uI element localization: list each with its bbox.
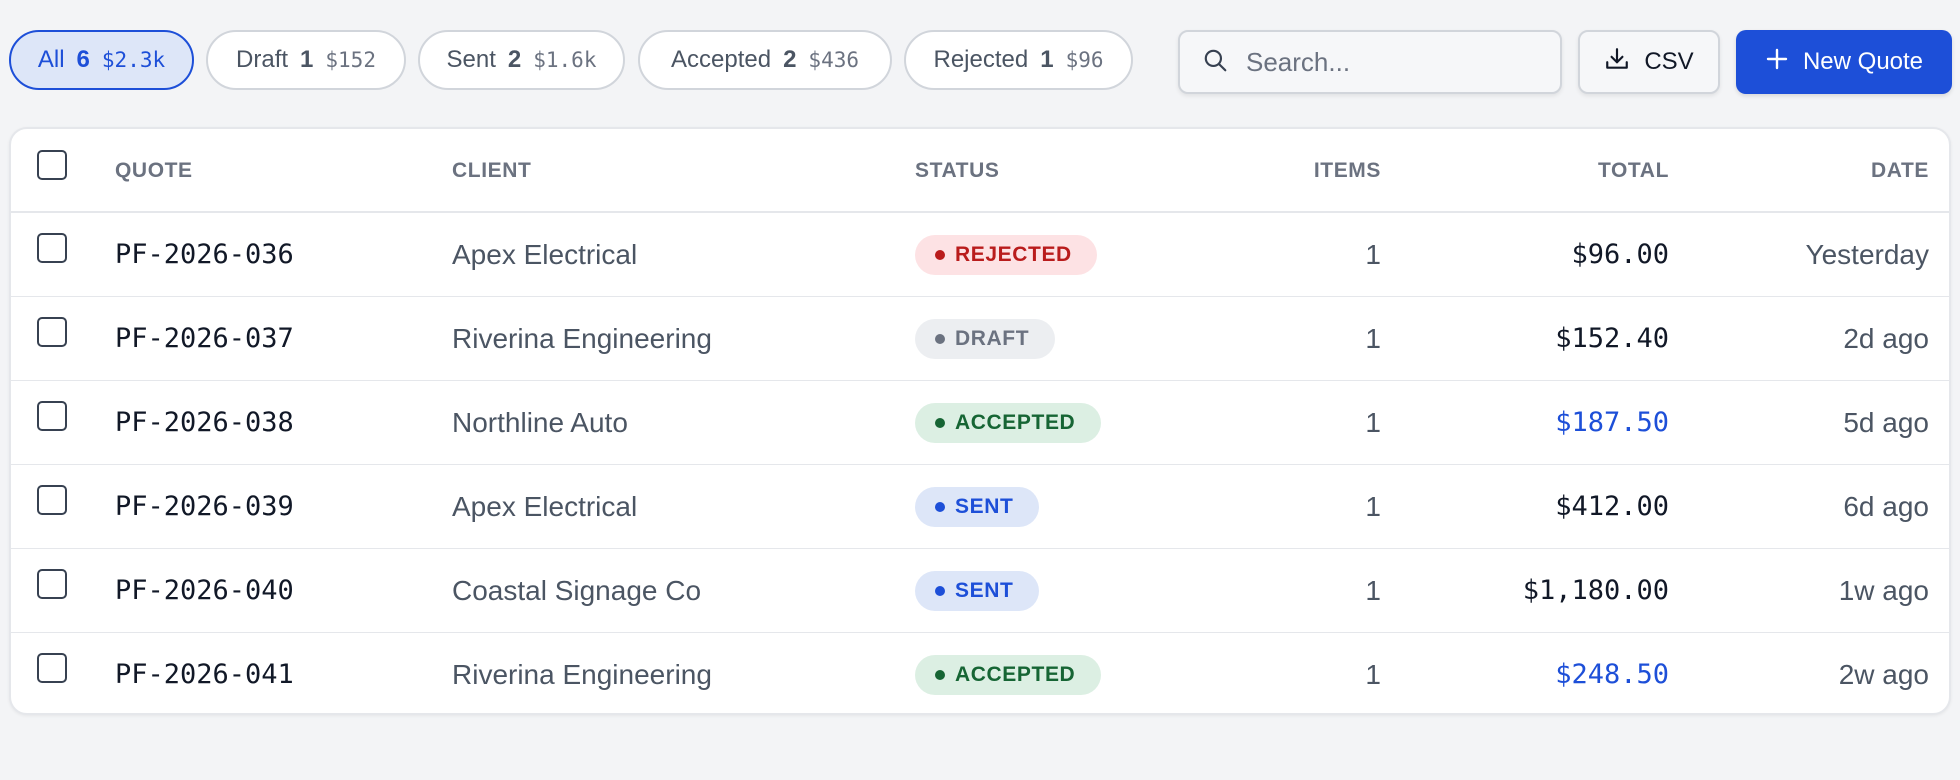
column-header-date[interactable]: DATE bbox=[1871, 129, 1929, 213]
filter-amount: $152 bbox=[325, 48, 376, 72]
quote-total: $1,180.00 bbox=[1522, 575, 1669, 606]
column-header-quote[interactable]: QUOTE bbox=[115, 129, 193, 213]
quote-date: 2w ago bbox=[1838, 659, 1929, 690]
quote-date: 1w ago bbox=[1838, 575, 1929, 606]
filter-label: All bbox=[37, 46, 65, 73]
new-quote-button[interactable]: New Quote bbox=[1736, 30, 1952, 94]
column-header-items[interactable]: ITEMS bbox=[1314, 129, 1381, 213]
filter-count: 1 bbox=[1040, 46, 1054, 73]
filter-amount: $436 bbox=[808, 48, 859, 72]
filter-label: Sent bbox=[446, 46, 496, 73]
status-badge: SENT bbox=[915, 487, 1039, 527]
table-row[interactable]: PF-2026-037 Riverina Engineering DRAFT 1 $15… bbox=[11, 297, 1949, 381]
table-row[interactable]: PF-2026-040 Coastal Signage Co SENT 1 $1,180… bbox=[11, 549, 1949, 633]
status-badge: REJECTED bbox=[915, 235, 1097, 275]
table-row[interactable]: PF-2026-039 Apex Electrical SENT 1 $412.00 6d… bbox=[11, 465, 1949, 549]
status-dot-icon bbox=[935, 334, 945, 344]
status-label: SENT bbox=[955, 495, 1014, 518]
quote-number[interactable]: PF-2026-041 bbox=[115, 633, 294, 713]
toolbar: All 6 $2.3k Draft 1 $152 Sent 2 $1.6k Ac… bbox=[0, 0, 1960, 120]
row-checkbox[interactable] bbox=[37, 317, 67, 347]
column-header-client[interactable]: CLIENT bbox=[452, 129, 531, 213]
quote-date: 5d ago bbox=[1843, 407, 1929, 438]
filter-pill-accepted[interactable]: Accepted 2 $436 bbox=[638, 30, 892, 90]
status-dot-icon bbox=[935, 250, 945, 260]
status-badge: ACCEPTED bbox=[915, 655, 1101, 695]
client-name: Apex Electrical bbox=[452, 239, 638, 270]
client-name: Northline Auto bbox=[452, 407, 628, 438]
quote-total: $152.40 bbox=[1555, 323, 1669, 354]
status-dot-icon bbox=[935, 502, 945, 512]
status-dot-icon bbox=[935, 586, 945, 596]
table-row[interactable]: PF-2026-036 Apex Electrical REJECTED 1 $96.0… bbox=[11, 213, 1949, 297]
item-count: 1 bbox=[1365, 323, 1381, 354]
filter-amount: $96 bbox=[1065, 48, 1104, 72]
filter-pill-draft[interactable]: Draft 1 $152 bbox=[206, 30, 406, 90]
quote-total: $187.50 bbox=[1555, 407, 1669, 438]
filter-label: Draft bbox=[236, 46, 289, 73]
row-checkbox[interactable] bbox=[37, 401, 67, 431]
filter-amount: $1.6k bbox=[533, 48, 597, 72]
filter-pill-sent[interactable]: Sent 2 $1.6k bbox=[418, 30, 625, 90]
quote-number[interactable]: PF-2026-038 bbox=[115, 381, 294, 465]
csv-button-label: CSV bbox=[1644, 48, 1694, 75]
status-label: REJECTED bbox=[955, 243, 1072, 266]
quote-total: $96.00 bbox=[1571, 239, 1669, 270]
client-name: Riverina Engineering bbox=[452, 323, 712, 354]
row-checkbox[interactable] bbox=[37, 569, 67, 599]
csv-export-button[interactable]: CSV bbox=[1578, 30, 1720, 94]
plus-icon bbox=[1765, 47, 1789, 78]
search-icon bbox=[1202, 47, 1228, 78]
table-row[interactable]: PF-2026-038 Northline Auto ACCEPTED 1 $187.5… bbox=[11, 381, 1949, 465]
status-dot-icon bbox=[935, 418, 945, 428]
filter-count: 2 bbox=[507, 46, 522, 73]
select-all-checkbox[interactable] bbox=[37, 150, 67, 180]
row-checkbox[interactable] bbox=[37, 653, 67, 683]
filter-pill-all[interactable]: All 6 $2.3k bbox=[9, 30, 194, 90]
status-label: ACCEPTED bbox=[955, 411, 1076, 434]
filter-label: Accepted bbox=[670, 46, 772, 73]
item-count: 1 bbox=[1365, 239, 1381, 270]
filter-label: Rejected bbox=[933, 46, 1029, 73]
quote-total: $412.00 bbox=[1555, 491, 1669, 522]
quotes-table: QUOTE CLIENT STATUS ITEMS TOTAL DATE PF-… bbox=[9, 127, 1951, 715]
status-badge: SENT bbox=[915, 571, 1039, 611]
quote-date: 6d ago bbox=[1843, 491, 1929, 522]
column-header-total[interactable]: TOTAL bbox=[1598, 129, 1669, 213]
filter-count: 1 bbox=[300, 46, 314, 73]
quote-date: 2d ago bbox=[1843, 323, 1929, 354]
filter-pill-rejected[interactable]: Rejected 1 $96 bbox=[904, 30, 1133, 90]
client-name: Apex Electrical bbox=[452, 491, 638, 522]
search-box bbox=[1178, 30, 1562, 94]
client-name: Coastal Signage Co bbox=[452, 575, 702, 606]
row-checkbox[interactable] bbox=[37, 233, 67, 263]
item-count: 1 bbox=[1365, 407, 1381, 438]
item-count: 1 bbox=[1365, 659, 1381, 690]
client-name: Riverina Engineering bbox=[452, 659, 712, 690]
quote-date: Yesterday bbox=[1805, 239, 1930, 270]
filter-amount: $2.3k bbox=[101, 48, 166, 72]
quote-number[interactable]: PF-2026-039 bbox=[115, 465, 294, 549]
new-quote-label: New Quote bbox=[1802, 48, 1924, 75]
search-input[interactable] bbox=[1246, 46, 1546, 78]
status-dot-icon bbox=[935, 670, 945, 680]
status-label: ACCEPTED bbox=[955, 663, 1076, 686]
row-checkbox[interactable] bbox=[37, 485, 67, 515]
download-icon bbox=[1604, 46, 1630, 79]
status-label: SENT bbox=[955, 579, 1014, 602]
filter-count: 2 bbox=[783, 46, 797, 73]
quote-number[interactable]: PF-2026-036 bbox=[115, 213, 294, 297]
status-badge: ACCEPTED bbox=[915, 403, 1101, 443]
quote-total: $248.50 bbox=[1555, 659, 1669, 690]
quote-number[interactable]: PF-2026-037 bbox=[115, 297, 294, 381]
status-label: DRAFT bbox=[955, 327, 1030, 350]
status-badge: DRAFT bbox=[915, 319, 1055, 359]
table-row[interactable]: PF-2026-041 Riverina Engineering ACCEPTED 1… bbox=[11, 633, 1949, 713]
item-count: 1 bbox=[1365, 575, 1381, 606]
table-header: QUOTE CLIENT STATUS ITEMS TOTAL DATE bbox=[11, 129, 1949, 213]
item-count: 1 bbox=[1365, 491, 1381, 522]
quote-number[interactable]: PF-2026-040 bbox=[115, 549, 294, 633]
column-header-status[interactable]: STATUS bbox=[915, 129, 999, 213]
filter-count: 6 bbox=[76, 46, 90, 73]
